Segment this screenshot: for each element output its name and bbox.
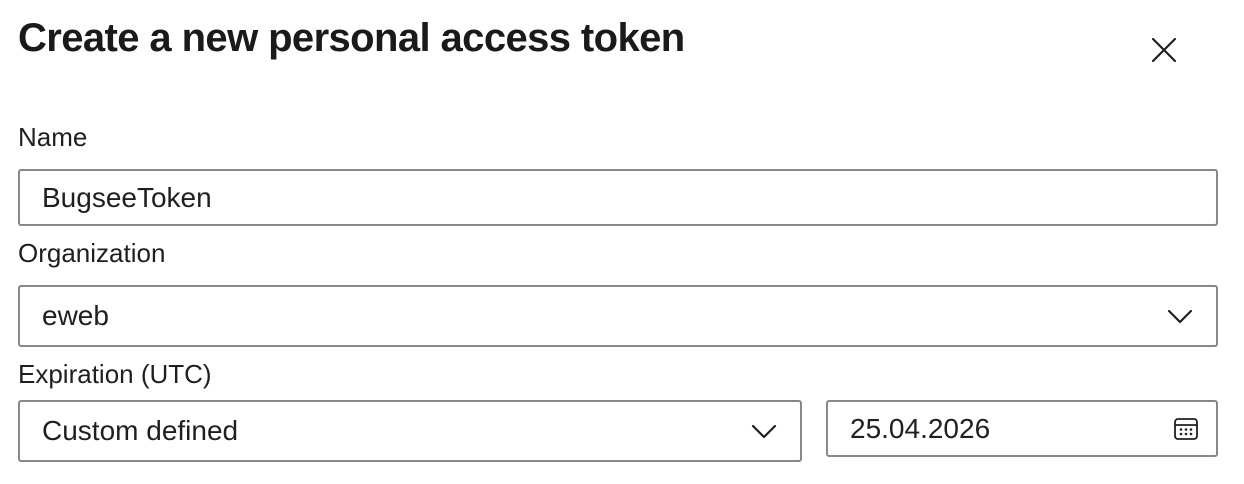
calendar-button[interactable] <box>1166 409 1206 449</box>
close-button[interactable] <box>1140 26 1188 74</box>
chevron-down-icon <box>750 417 778 445</box>
organization-label: Organization <box>18 238 166 268</box>
dialog-title: Create a new personal access token <box>18 16 685 60</box>
organization-selected-value: eweb <box>42 300 109 331</box>
expiration-date-value: 25.04.2026 <box>850 412 991 444</box>
chevron-down-icon <box>1166 302 1194 330</box>
close-icon <box>1151 37 1177 63</box>
name-label: Name <box>18 122 88 152</box>
calendar-icon <box>1173 416 1199 442</box>
name-field-container <box>18 169 1218 226</box>
expiration-dropdown[interactable]: Custom defined <box>18 400 802 462</box>
expiration-date-picker[interactable]: 25.04.2026 <box>826 400 1218 457</box>
name-input[interactable] <box>20 171 1216 224</box>
expiration-selected-value: Custom defined <box>42 415 239 446</box>
organization-dropdown[interactable]: eweb <box>18 285 1218 347</box>
expiration-label: Expiration (UTC) <box>18 359 212 389</box>
